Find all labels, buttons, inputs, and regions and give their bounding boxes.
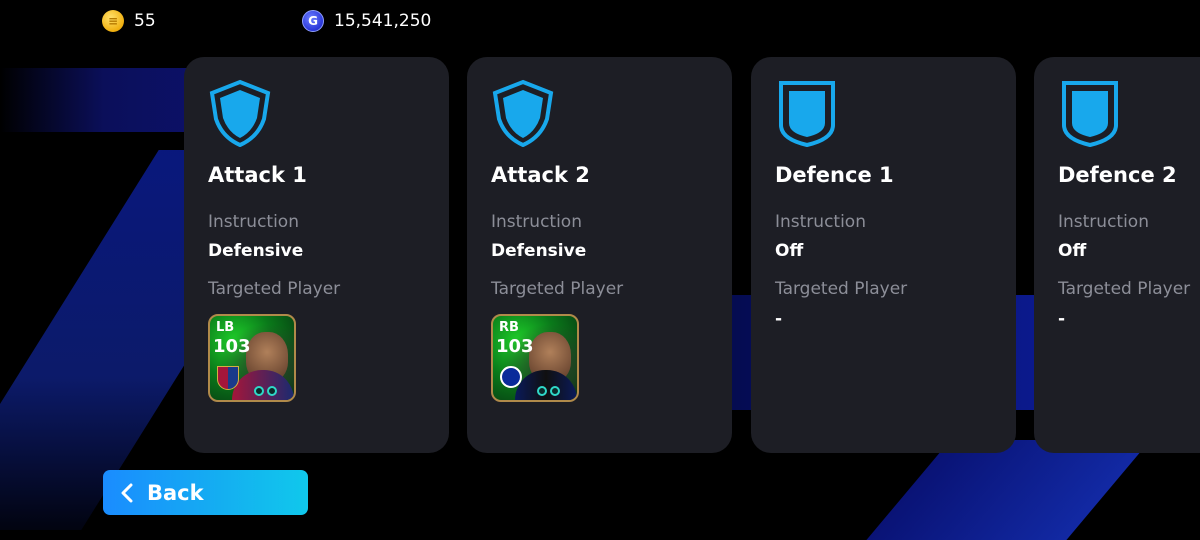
card-title: Defence 1 xyxy=(775,163,894,187)
coin-icon: ≡ xyxy=(102,10,124,32)
instruction-value: Off xyxy=(775,241,804,261)
targeted-player-value: - xyxy=(1058,309,1066,329)
player-position: RB xyxy=(499,320,519,335)
coins-balance: ≡ 55 xyxy=(102,10,156,32)
card-title: Defence 2 xyxy=(1058,163,1177,187)
player-card[interactable]: RB 103 xyxy=(491,314,579,402)
inter-crest-icon xyxy=(500,366,522,388)
card-title: Attack 2 xyxy=(491,163,590,187)
back-label: Back xyxy=(147,480,204,505)
player-skill-icons xyxy=(254,386,277,396)
instruction-label: Instruction xyxy=(1058,212,1149,232)
targeted-player-label: Targeted Player xyxy=(775,279,908,299)
gp-balance: G 15,541,250 xyxy=(302,10,431,32)
skill-icon xyxy=(537,386,547,396)
targeted-player-label: Targeted Player xyxy=(208,279,341,299)
background-stripe xyxy=(849,440,1151,540)
attack-shield-icon xyxy=(209,79,271,147)
player-position: LB xyxy=(216,320,235,335)
game-screen: ≡ 55 G 15,541,250 Attack 1 Instruction D… xyxy=(0,0,1200,540)
card-attack-2[interactable]: Attack 2 Instruction Defensive Targeted … xyxy=(467,57,732,453)
player-skill-icons xyxy=(537,386,560,396)
instruction-label: Instruction xyxy=(491,212,582,232)
targeted-player-label: Targeted Player xyxy=(1058,279,1191,299)
back-button[interactable]: Back xyxy=(103,470,308,515)
instruction-label: Instruction xyxy=(208,212,299,232)
chevron-left-icon xyxy=(121,483,133,502)
card-defence-2[interactable]: Defence 2 Instruction Off Targeted Playe… xyxy=(1034,57,1200,453)
targeted-player-value: - xyxy=(775,309,783,329)
card-attack-1[interactable]: Attack 1 Instruction Defensive Targeted … xyxy=(184,57,449,453)
defence-shield-icon xyxy=(1062,81,1118,147)
skill-icon xyxy=(550,386,560,396)
targeted-player-label: Targeted Player xyxy=(491,279,624,299)
defence-shield-icon xyxy=(779,81,835,147)
card-defence-1[interactable]: Defence 1 Instruction Off Targeted Playe… xyxy=(751,57,1016,453)
player-card[interactable]: LB 103 xyxy=(208,314,296,402)
skill-icon xyxy=(254,386,264,396)
attack-shield-icon xyxy=(492,79,554,147)
gp-icon: G xyxy=(302,10,324,32)
coins-value: 55 xyxy=(134,11,156,31)
gp-value: 15,541,250 xyxy=(334,11,432,31)
player-rating: 103 xyxy=(496,336,534,357)
instruction-value: Off xyxy=(1058,241,1087,261)
instruction-label: Instruction xyxy=(775,212,866,232)
instruction-value: Defensive xyxy=(208,241,304,261)
barcelona-crest-icon xyxy=(217,366,239,390)
card-title: Attack 1 xyxy=(208,163,307,187)
skill-icon xyxy=(267,386,277,396)
instruction-value: Defensive xyxy=(491,241,587,261)
player-rating: 103 xyxy=(213,336,251,357)
